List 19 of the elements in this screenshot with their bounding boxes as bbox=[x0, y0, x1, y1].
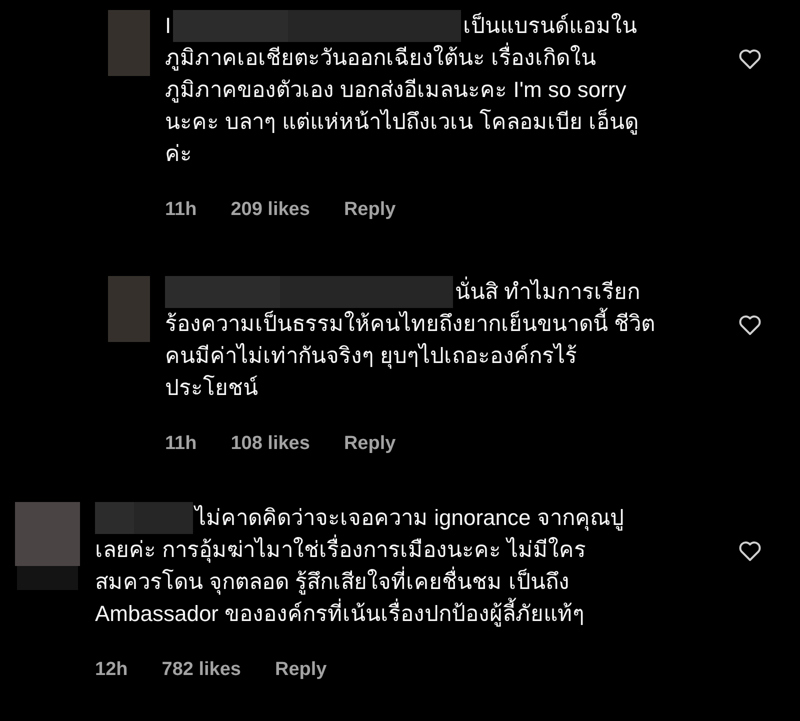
heart-icon[interactable] bbox=[738, 540, 762, 562]
reply-button[interactable]: Reply bbox=[275, 654, 327, 686]
comment-text: นั่นสิ ทำไมการเรียก bbox=[455, 276, 640, 308]
comment-text: ร้องความเป็นธรรมให้คนไทยถึงยากเย็นขนาดนี้ ชีวิต คนมีค่าไม่เท่ากันจริงๆ ยุบๆไปเถอะองค์กรไร้ ประโยชน์ bbox=[165, 308, 718, 404]
reply-button[interactable]: Reply bbox=[344, 194, 396, 226]
heart-icon[interactable] bbox=[738, 314, 762, 336]
comment-text: ภูมิภาคเอเชียตะวันออกเฉียงใต้นะ เรื่องเกิดใน ภูมิภาคของตัวเอง บอกส่งอีเมลนะคะ I'm so sorry นะคะ บลาๆ แต่แห่หน้าไปถึงเวเน โคลอมเบีย เอ็นดู ค่ะ bbox=[165, 42, 718, 170]
timestamp: 11h bbox=[165, 198, 197, 222]
timestamp: 11h bbox=[165, 432, 197, 456]
likes-count[interactable]: 108 likes bbox=[230, 428, 310, 460]
likes-count[interactable]: 782 likes bbox=[162, 654, 241, 686]
comment-text: เลยค่ะ การอุ้มฆ่าไมาใช่เรื่องการเมืองนะคะ ไม่มีใคร สมควรโดน จุกตลอด รู้สึกเสียใจที่เคยชื่นชม เป็นถึง Ambassador ขององค์กรที่เน้นเรื่องปกป้องผู้ลี้ภัยแท้ๆ bbox=[95, 534, 718, 630]
comment-text: เป็นแบรนด์แอมใน bbox=[463, 12, 638, 40]
heart-icon[interactable] bbox=[738, 48, 762, 70]
reply-button[interactable]: Reply bbox=[344, 428, 396, 460]
likes-count[interactable]: 209 likes bbox=[230, 194, 310, 226]
username[interactable]: I bbox=[165, 10, 172, 42]
timestamp: 12h bbox=[95, 658, 128, 682]
comment-text: ไม่คาดคิดว่าจะเจอความ ignorance จากคุณปู bbox=[195, 504, 624, 533]
